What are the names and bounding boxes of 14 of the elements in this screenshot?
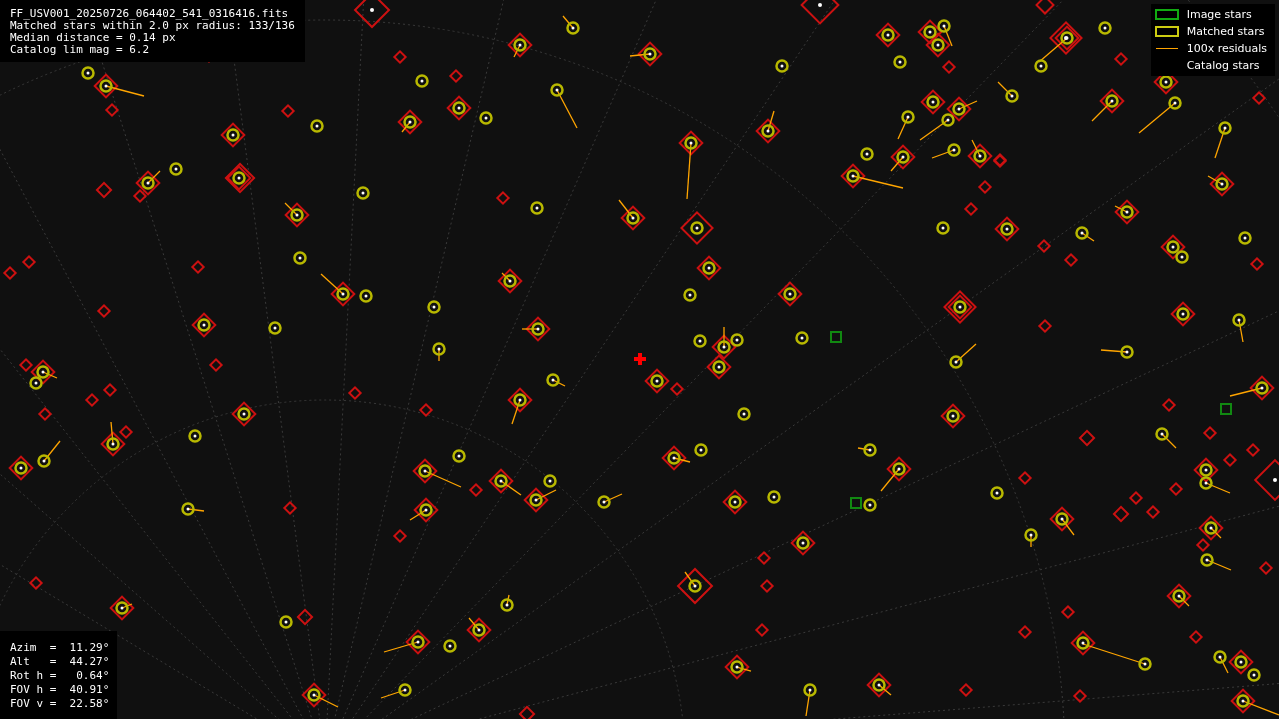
legend-label: Catalog stars (1186, 59, 1260, 72)
info-text: Median distance = 0.14 px (10, 32, 177, 44)
info-text: FF_USV001_20250726_064402_541_0316416.fits (10, 8, 290, 20)
info-text: Catalog lim mag = 6.2 (10, 44, 151, 56)
pointing-text: Rot h = 0.64° (10, 669, 110, 683)
legend-label: Image stars (1186, 8, 1252, 21)
pointing-text: FOV h = 40.91° (10, 683, 110, 697)
legend-label: Matched stars (1186, 25, 1265, 38)
cross-icon (634, 353, 646, 365)
legend-label: 100x residuals (1186, 42, 1267, 55)
info-text: Matched stars within 2.0 px radius: 133/136 (10, 20, 295, 32)
pointing-text: Alt = 44.27° (10, 655, 110, 669)
pointing-text: Azim = 11.29° (10, 641, 110, 655)
pointing-text: FOV v = 22.58° (10, 697, 110, 711)
